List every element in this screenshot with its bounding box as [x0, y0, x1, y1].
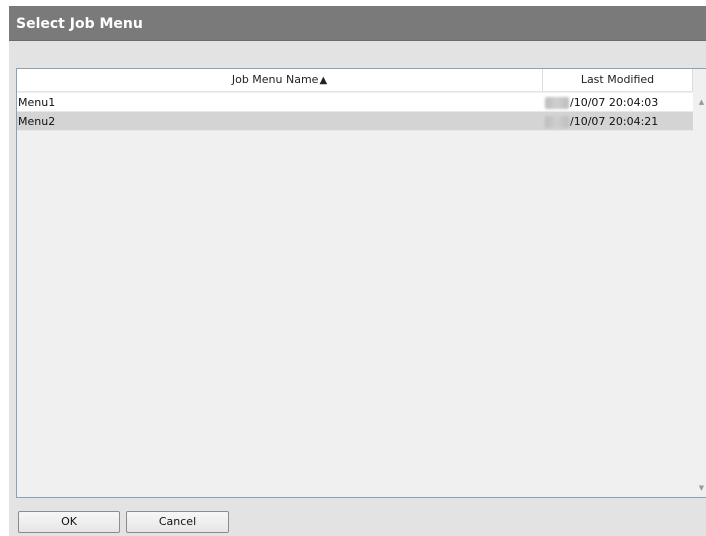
select-job-menu-dialog: Select Job Menu Job Menu Name▲ Last Modi…	[9, 6, 706, 536]
column-label-job-menu-name: Job Menu Name	[231, 73, 319, 86]
vertical-scrollbar[interactable]: ▲ ▼	[693, 93, 706, 497]
sort-ascending-icon: ▲	[319, 75, 328, 86]
column-header-last-modified[interactable]: Last Modified	[543, 69, 693, 91]
job-menu-list[interactable]: Job Menu Name▲ Last Modified Menu1 /10/0…	[16, 68, 706, 498]
table-row[interactable]: Menu2 /10/07 20:04:21	[17, 112, 693, 131]
list-header: Job Menu Name▲ Last Modified	[17, 69, 693, 92]
redacted-year	[545, 97, 569, 109]
cancel-button[interactable]: Cancel	[126, 511, 229, 533]
redacted-year	[545, 116, 569, 128]
column-label-last-modified: Last Modified	[580, 73, 655, 86]
cell-job-menu-name: Menu1	[18, 96, 56, 109]
ok-button[interactable]: OK	[18, 511, 120, 533]
scroll-down-arrow-icon[interactable]: ▼	[697, 484, 706, 493]
column-header-job-menu-name[interactable]: Job Menu Name▲	[17, 69, 543, 91]
title-bar: Select Job Menu	[9, 6, 706, 41]
modified-date-text: /10/07 20:04:21	[570, 115, 659, 128]
table-row[interactable]: Menu1 /10/07 20:04:03	[17, 93, 693, 112]
cell-job-menu-name: Menu2	[18, 115, 56, 128]
modified-date-text: /10/07 20:04:03	[570, 96, 659, 109]
cell-last-modified: /10/07 20:04:03	[543, 93, 693, 112]
cell-last-modified: /10/07 20:04:21	[543, 112, 693, 131]
scroll-up-arrow-icon[interactable]: ▲	[697, 98, 706, 107]
dialog-title: Select Job Menu	[16, 16, 143, 32]
